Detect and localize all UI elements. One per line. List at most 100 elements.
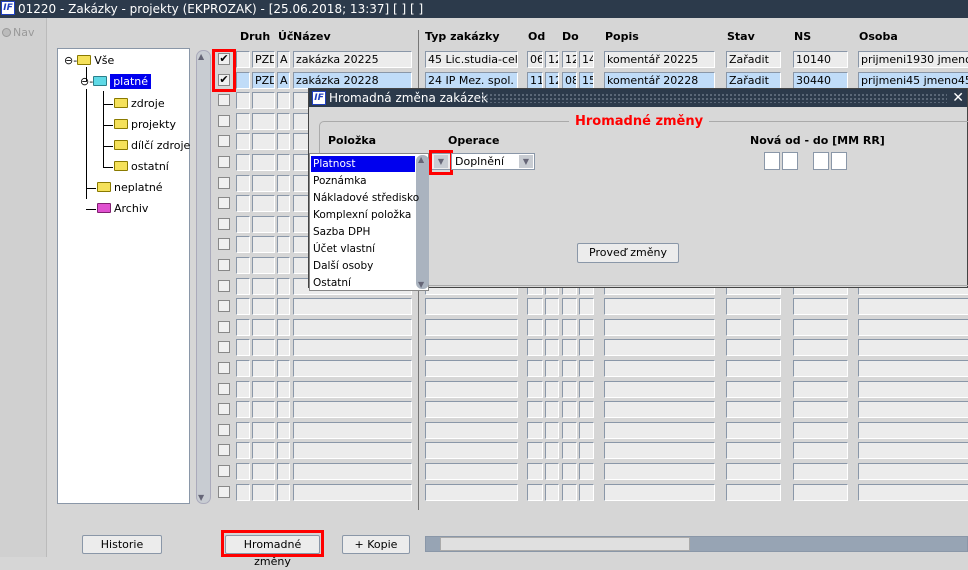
- cell-nazev[interactable]: [293, 463, 412, 480]
- cell-do1[interactable]: [562, 463, 577, 480]
- row-checkbox[interactable]: [218, 362, 230, 374]
- cell-stav[interactable]: [726, 442, 781, 460]
- cell-do1[interactable]: [562, 442, 577, 460]
- cell-druh[interactable]: [252, 112, 275, 130]
- row-checkbox[interactable]: [218, 259, 230, 271]
- row-checkbox[interactable]: [218, 320, 230, 333]
- row-checkbox[interactable]: [218, 444, 230, 457]
- cell-druh[interactable]: [252, 442, 275, 460]
- cell-druh[interactable]: [252, 154, 275, 171]
- cell-ns[interactable]: 10140: [793, 51, 848, 68]
- cell-flag[interactable]: [236, 133, 250, 151]
- row-checkbox[interactable]: [218, 382, 230, 395]
- cell-uc[interactable]: [277, 195, 290, 213]
- cell-stav[interactable]: Zařadit: [726, 51, 781, 68]
- cell-do1[interactable]: 12: [562, 51, 577, 68]
- cell-druh[interactable]: [252, 483, 275, 501]
- cell-flag[interactable]: [236, 401, 250, 419]
- cell-popis[interactable]: [604, 483, 715, 501]
- cell-druh[interactable]: [252, 257, 275, 274]
- cell-flag[interactable]: [236, 154, 250, 171]
- cell-uc[interactable]: A: [277, 71, 290, 89]
- tree-item-platne[interactable]: ⊖- platné: [80, 74, 152, 90]
- cell-popis[interactable]: [604, 463, 715, 480]
- cell-ns[interactable]: [793, 401, 848, 419]
- polozka-listbox[interactable]: ▲ ▼ Platnost Poznámka Nákladové středisko K…: [309, 153, 429, 291]
- cell-do1[interactable]: [562, 360, 577, 377]
- cell-do2[interactable]: 14: [579, 51, 594, 68]
- cell-ns[interactable]: [793, 483, 848, 501]
- do-month-input[interactable]: [813, 152, 829, 170]
- cell-typ[interactable]: 45 Lic.studia-celož: [425, 51, 518, 68]
- cell-typ[interactable]: [425, 421, 518, 439]
- cell-osoba[interactable]: [858, 360, 968, 377]
- cell-nazev[interactable]: [293, 318, 412, 336]
- scroll-up-icon[interactable]: ▲: [198, 52, 204, 61]
- cell-osoba[interactable]: [858, 463, 968, 480]
- cell-nazev[interactable]: [293, 360, 412, 377]
- cell-typ[interactable]: [425, 318, 518, 336]
- cell-flag[interactable]: [236, 360, 250, 377]
- tree-item-dilci-zdroje[interactable]: dílčí zdroje: [114, 138, 190, 154]
- polozka-option[interactable]: Ostatní: [313, 275, 351, 291]
- cell-od2[interactable]: [545, 463, 559, 480]
- cell-druh[interactable]: [252, 195, 275, 213]
- row-checkbox[interactable]: [218, 465, 230, 477]
- scroll-down-icon[interactable]: ▼: [418, 280, 424, 289]
- cell-typ[interactable]: [425, 463, 518, 480]
- cell-do2[interactable]: [579, 483, 594, 501]
- cell-uc[interactable]: [277, 215, 290, 233]
- header-ns[interactable]: NS: [794, 30, 811, 43]
- cell-druh[interactable]: [252, 360, 275, 377]
- cell-uc[interactable]: [277, 360, 290, 377]
- cell-flag[interactable]: [236, 442, 250, 460]
- cell-do2[interactable]: [579, 339, 594, 357]
- cell-druh[interactable]: [252, 133, 275, 151]
- cell-od2[interactable]: [545, 401, 559, 419]
- cell-druh[interactable]: [252, 318, 275, 336]
- cell-osoba[interactable]: [858, 318, 968, 336]
- tree-item-zdroje[interactable]: zdroje: [114, 96, 165, 112]
- cell-druh[interactable]: [252, 463, 275, 480]
- cell-od2[interactable]: [545, 360, 559, 377]
- cell-do2[interactable]: 15: [579, 71, 594, 89]
- cell-nazev[interactable]: [293, 442, 412, 460]
- cell-do2[interactable]: [579, 318, 594, 336]
- cell-druh[interactable]: [252, 298, 275, 316]
- row-checkbox[interactable]: [218, 114, 230, 127]
- row-checkbox[interactable]: [218, 423, 230, 436]
- cell-flag[interactable]: [236, 380, 250, 398]
- cell-do2[interactable]: [579, 360, 594, 377]
- cell-flag[interactable]: [236, 215, 250, 233]
- cell-uc[interactable]: [277, 298, 290, 316]
- cell-od1[interactable]: [527, 318, 543, 336]
- cell-osoba[interactable]: prijmeni45 jmeno45: [858, 71, 968, 89]
- cell-popis[interactable]: [604, 401, 715, 419]
- cell-stav[interactable]: [726, 339, 781, 357]
- cell-nazev[interactable]: zakázka 20228: [293, 71, 412, 89]
- header-popis[interactable]: Popis: [605, 30, 639, 43]
- cell-druh[interactable]: [252, 92, 275, 110]
- cell-do2[interactable]: [579, 442, 594, 460]
- row-checkbox[interactable]: [218, 156, 230, 168]
- cell-od2[interactable]: 12: [545, 51, 559, 68]
- tree-item-archiv[interactable]: Archiv: [97, 201, 148, 217]
- cell-druh[interactable]: PZD: [252, 71, 275, 89]
- cell-od2[interactable]: 12: [545, 71, 559, 89]
- cell-do1[interactable]: [562, 380, 577, 398]
- cell-uc[interactable]: [277, 236, 290, 254]
- cell-popis[interactable]: [604, 421, 715, 439]
- cell-uc[interactable]: [277, 442, 290, 460]
- cell-flag[interactable]: [236, 277, 250, 295]
- cell-flag[interactable]: [236, 339, 250, 357]
- cell-flag[interactable]: [236, 483, 250, 501]
- header-od[interactable]: Od: [528, 30, 545, 43]
- cell-uc[interactable]: [277, 112, 290, 130]
- cell-osoba[interactable]: [858, 442, 968, 460]
- header-do[interactable]: Do: [562, 30, 579, 43]
- cell-ns[interactable]: [793, 318, 848, 336]
- cell-osoba[interactable]: [858, 339, 968, 357]
- row-checkbox[interactable]: [218, 238, 230, 251]
- cell-flag[interactable]: [236, 257, 250, 274]
- cell-popis[interactable]: [604, 339, 715, 357]
